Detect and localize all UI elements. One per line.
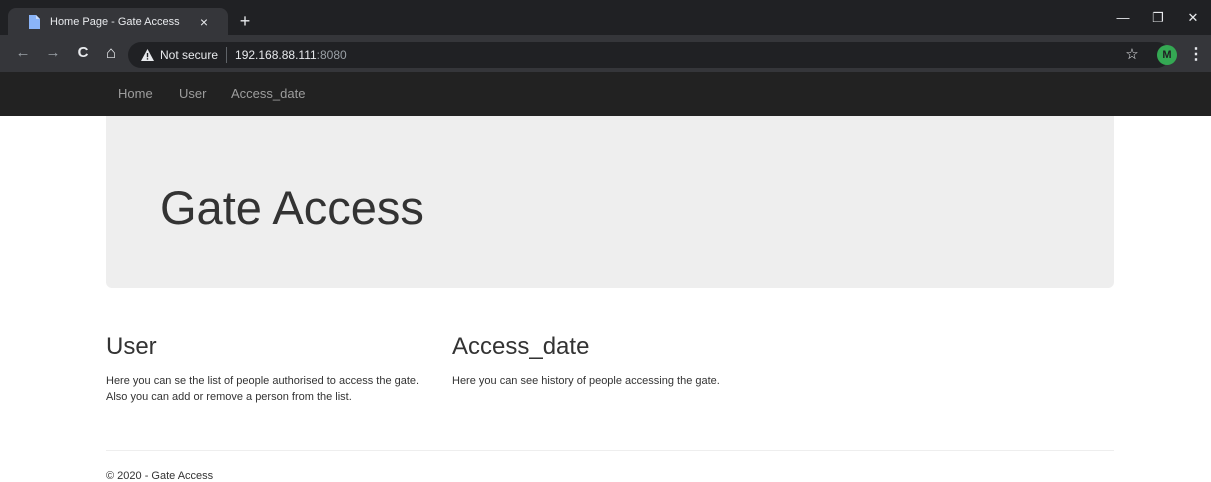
security-status[interactable]: Not secure [160,48,218,62]
close-window-icon[interactable]: ✕ [1183,8,1203,28]
new-tab-icon[interactable]: + [236,12,254,30]
home-icon[interactable]: ⌂ [102,44,120,62]
restore-icon[interactable]: ❐ [1148,8,1168,28]
menu-icon[interactable]: ⋮ [1188,45,1204,65]
url-port: :8080 [316,48,347,62]
url-host: 192.168.88.111 [235,48,317,62]
nav-link-access-date[interactable]: Access_date [231,72,305,116]
minimize-icon[interactable]: — [1113,8,1133,28]
browser-tab[interactable]: Home Page - Gate Access × [8,8,228,35]
omnibox-divider [226,47,228,63]
footer-copyright: © 2020 - Gate Access [106,470,214,482]
footer-divider [106,450,1114,451]
page-icon [26,14,42,30]
warning-icon[interactable] [140,48,154,62]
nav-link-home[interactable]: Home [118,72,153,116]
jumbotron: Gate Access [106,116,1114,288]
close-tab-icon[interactable]: × [196,14,212,30]
reload-icon[interactable]: C [74,44,92,62]
user-section-text: Here you can se the list of people autho… [106,375,420,403]
access-date-section-text: Here you can see history of people acces… [452,375,720,387]
nav-link-user[interactable]: User [179,72,206,116]
tab-title: Home Page - Gate Access [50,15,180,28]
profile-avatar[interactable]: M [1157,45,1177,65]
access-date-section-heading: Access_date [452,333,590,360]
back-icon[interactable]: ← [14,44,32,62]
site-navbar: Home User Access_date [0,72,1211,116]
bookmark-star-icon[interactable]: ☆ [1122,45,1142,65]
forward-icon[interactable]: → [44,44,62,62]
browser-tab-strip: Home Page - Gate Access × + — ❐ ✕ [0,0,1211,35]
user-section-heading: User [106,333,157,360]
address-bar[interactable]: Not secure 192.168.88.111 :8080 [128,42,1170,68]
page-title: Gate Access [160,181,424,234]
